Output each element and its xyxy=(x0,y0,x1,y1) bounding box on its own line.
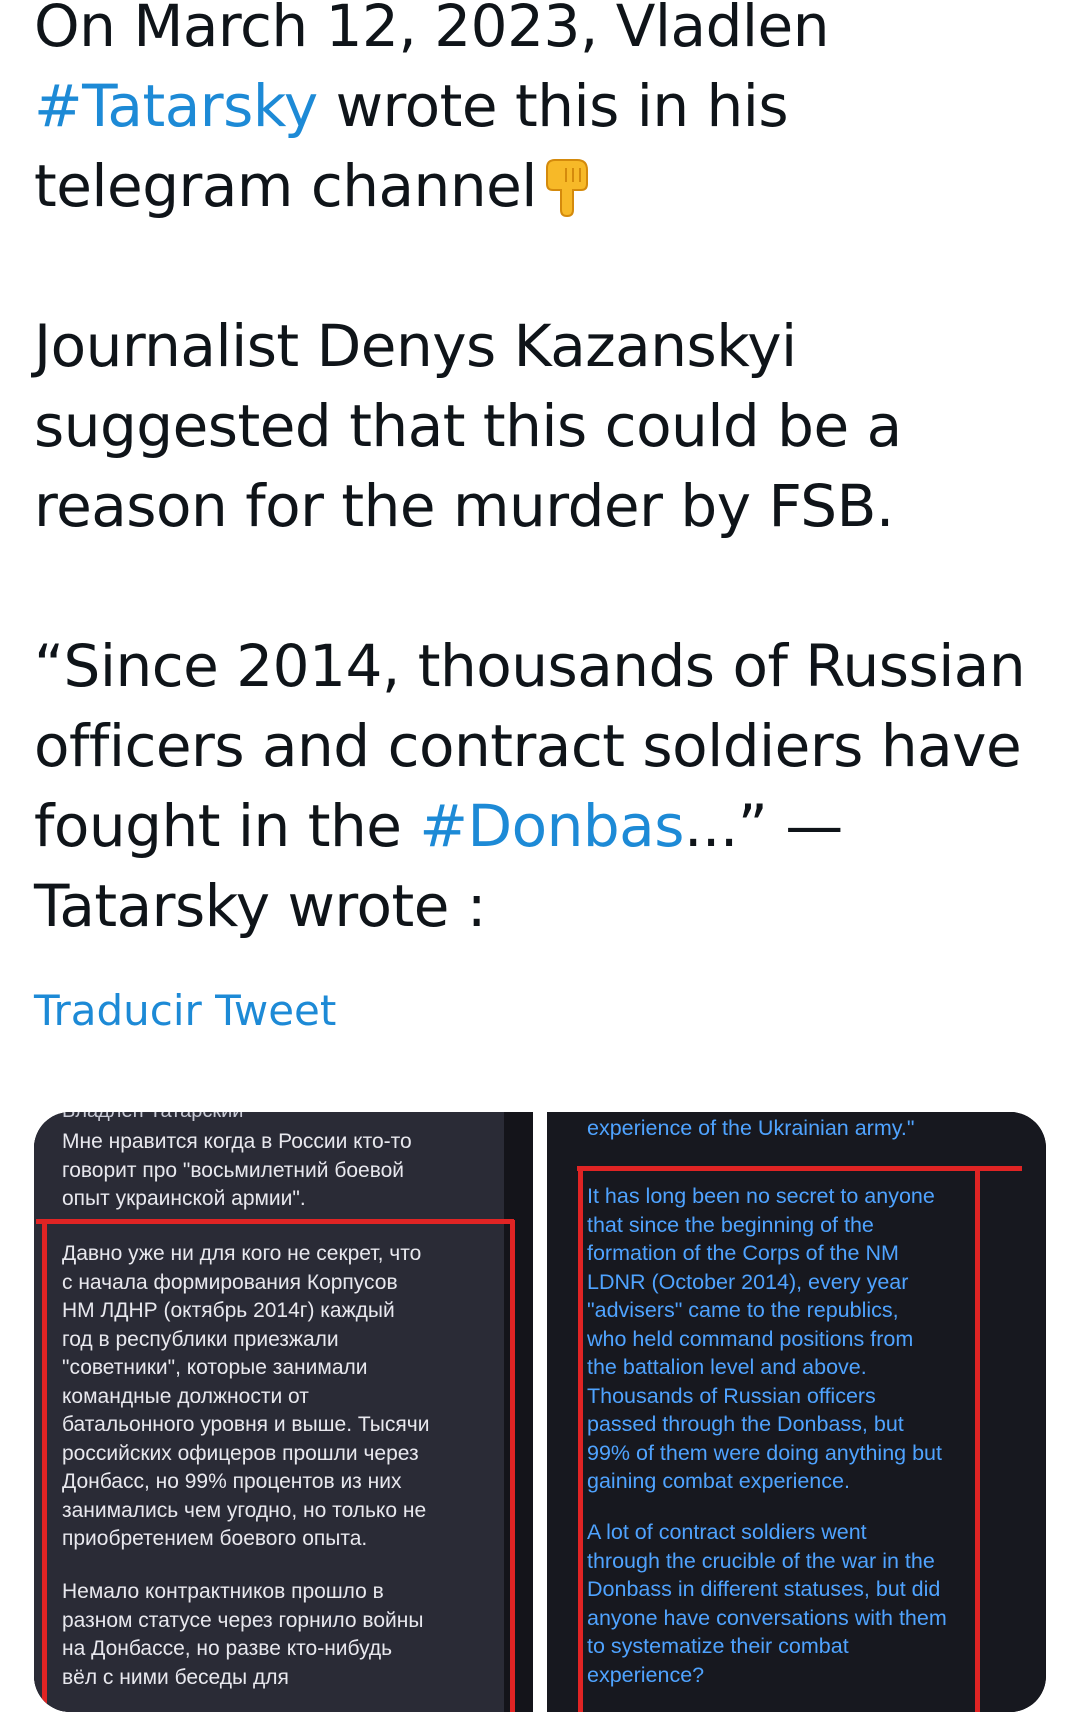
backhand-index-pointing-down-icon xyxy=(537,154,597,218)
message-intro-text: experience of the Ukrainian army." xyxy=(587,1116,915,1140)
highlight-marker-top xyxy=(577,1166,1022,1171)
tweet-text-segment: On March 12, 2023, Vladlen xyxy=(34,0,829,60)
tweet-line: On March 12, 2023, Vladlen #Tatarsky wro… xyxy=(34,0,1054,226)
message-body-text: Давно уже ни для кого не секрет, что с н… xyxy=(62,1242,430,1550)
highlight-marker-right xyxy=(510,1220,515,1712)
message-intro-text: Мне нравится когда в России кто-то говор… xyxy=(62,1130,412,1210)
highlight-marker-left xyxy=(578,1170,583,1712)
tweet-paragraph: Journalist Denys Kazanskyi suggested tha… xyxy=(34,312,902,540)
tweet-text-segment: wrote this in his xyxy=(317,72,789,140)
tweet-text-segment: telegram channel xyxy=(34,152,537,220)
message-tail-text: Немало контрактников прошло в разном ста… xyxy=(62,1580,424,1689)
media-image-right[interactable]: experience of the Ukrainian army." It ha… xyxy=(547,1112,1046,1712)
hashtag-tatarsky-link[interactable]: #Tatarsky xyxy=(34,72,318,140)
highlight-marker-top xyxy=(36,1219,514,1224)
tweet-body: On March 12, 2023, Vladlen #Tatarsky wro… xyxy=(34,0,1054,946)
tweet-media-grid: Владлен Татарский Мне нравится когда в Р… xyxy=(34,1112,1046,1712)
hashtag-donbas-link[interactable]: #Donbas xyxy=(419,792,684,860)
highlight-marker-left xyxy=(42,1222,47,1712)
highlight-marker-right xyxy=(975,1170,980,1712)
tweet-quote: “Since 2014, thousands of Russian office… xyxy=(34,626,1054,946)
translate-tweet-link[interactable]: Traducir Tweet xyxy=(34,983,336,1039)
message-sender-name: Владлен Татарский xyxy=(62,1112,243,1123)
media-image-left[interactable]: Владлен Татарский Мне нравится когда в Р… xyxy=(34,1112,533,1712)
